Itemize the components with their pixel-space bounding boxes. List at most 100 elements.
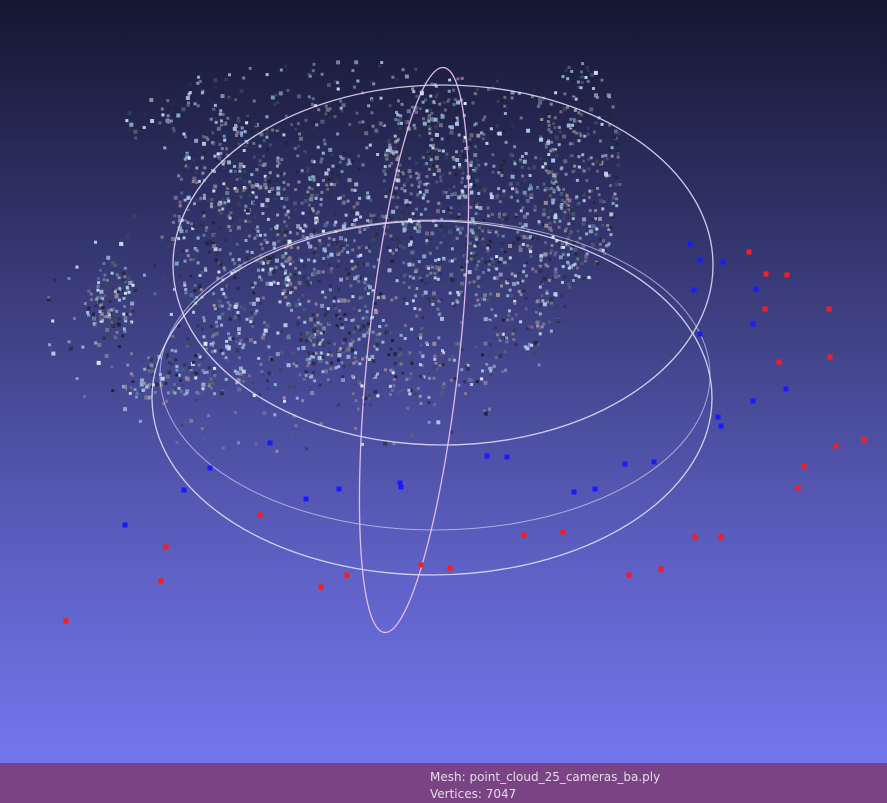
point <box>514 313 518 317</box>
point <box>616 155 620 159</box>
point <box>419 343 423 347</box>
point <box>362 262 366 266</box>
point <box>367 397 371 401</box>
point <box>238 317 242 321</box>
point <box>375 333 379 337</box>
point <box>295 232 299 236</box>
point <box>131 374 135 378</box>
camera-marker-blue <box>783 386 789 392</box>
point <box>304 370 308 374</box>
point <box>177 324 181 328</box>
point <box>252 155 256 159</box>
point <box>315 343 319 347</box>
point <box>296 225 300 229</box>
point <box>436 168 441 173</box>
point <box>307 258 311 262</box>
point <box>554 91 558 95</box>
point <box>530 325 534 329</box>
point <box>447 137 451 141</box>
point <box>437 347 441 350</box>
point <box>583 134 587 138</box>
point <box>396 178 401 183</box>
point <box>351 374 355 378</box>
point <box>573 247 577 252</box>
point <box>541 228 545 232</box>
point <box>225 191 230 195</box>
point <box>542 252 547 257</box>
point <box>474 212 478 216</box>
point <box>383 165 387 169</box>
point <box>263 238 267 242</box>
point <box>501 280 506 285</box>
point <box>505 340 509 344</box>
point <box>368 403 372 407</box>
point <box>220 391 224 396</box>
point <box>613 192 617 196</box>
scene-canvas[interactable] <box>0 0 887 763</box>
point <box>214 251 219 256</box>
point <box>344 317 348 321</box>
point <box>494 152 498 156</box>
point <box>261 268 265 272</box>
point <box>188 366 192 370</box>
point <box>221 112 225 116</box>
point <box>592 130 596 134</box>
point <box>427 395 431 399</box>
point <box>283 230 287 234</box>
point <box>433 357 437 361</box>
point <box>224 377 228 381</box>
point <box>472 258 476 261</box>
point <box>242 343 246 347</box>
point <box>185 96 190 100</box>
point <box>254 442 258 446</box>
point <box>237 258 241 262</box>
point <box>83 394 86 398</box>
point <box>405 203 409 207</box>
point <box>347 272 351 276</box>
point <box>301 234 305 238</box>
point <box>473 260 476 264</box>
point <box>195 398 199 402</box>
point <box>562 187 566 191</box>
point <box>319 241 323 245</box>
point <box>309 193 314 198</box>
point <box>202 151 206 155</box>
point <box>552 181 556 185</box>
point <box>496 298 500 302</box>
point <box>427 119 431 123</box>
point <box>523 264 527 268</box>
point <box>429 144 433 148</box>
point <box>227 160 231 165</box>
point <box>241 346 245 350</box>
point <box>183 219 187 222</box>
3d-viewport[interactable] <box>0 0 887 763</box>
point <box>494 326 498 330</box>
point <box>245 121 249 125</box>
point <box>456 77 460 81</box>
trackball-ring-vertical[interactable] <box>339 63 490 638</box>
point <box>408 376 412 380</box>
point <box>548 210 552 213</box>
point <box>291 433 295 437</box>
camera-marker-red <box>826 306 832 312</box>
point <box>579 86 583 90</box>
point <box>427 372 431 376</box>
camera-marker-red <box>746 249 752 255</box>
point <box>320 303 325 308</box>
point <box>570 207 574 211</box>
point <box>414 294 418 298</box>
point <box>388 384 392 388</box>
point <box>150 358 153 362</box>
point <box>406 109 411 114</box>
point <box>123 305 127 308</box>
point <box>122 384 127 389</box>
point <box>297 347 300 351</box>
point <box>248 183 252 187</box>
point <box>483 317 488 322</box>
point <box>481 229 485 233</box>
point <box>183 420 187 424</box>
point <box>301 211 305 215</box>
point <box>303 320 307 324</box>
point <box>482 270 485 274</box>
point <box>170 119 173 123</box>
